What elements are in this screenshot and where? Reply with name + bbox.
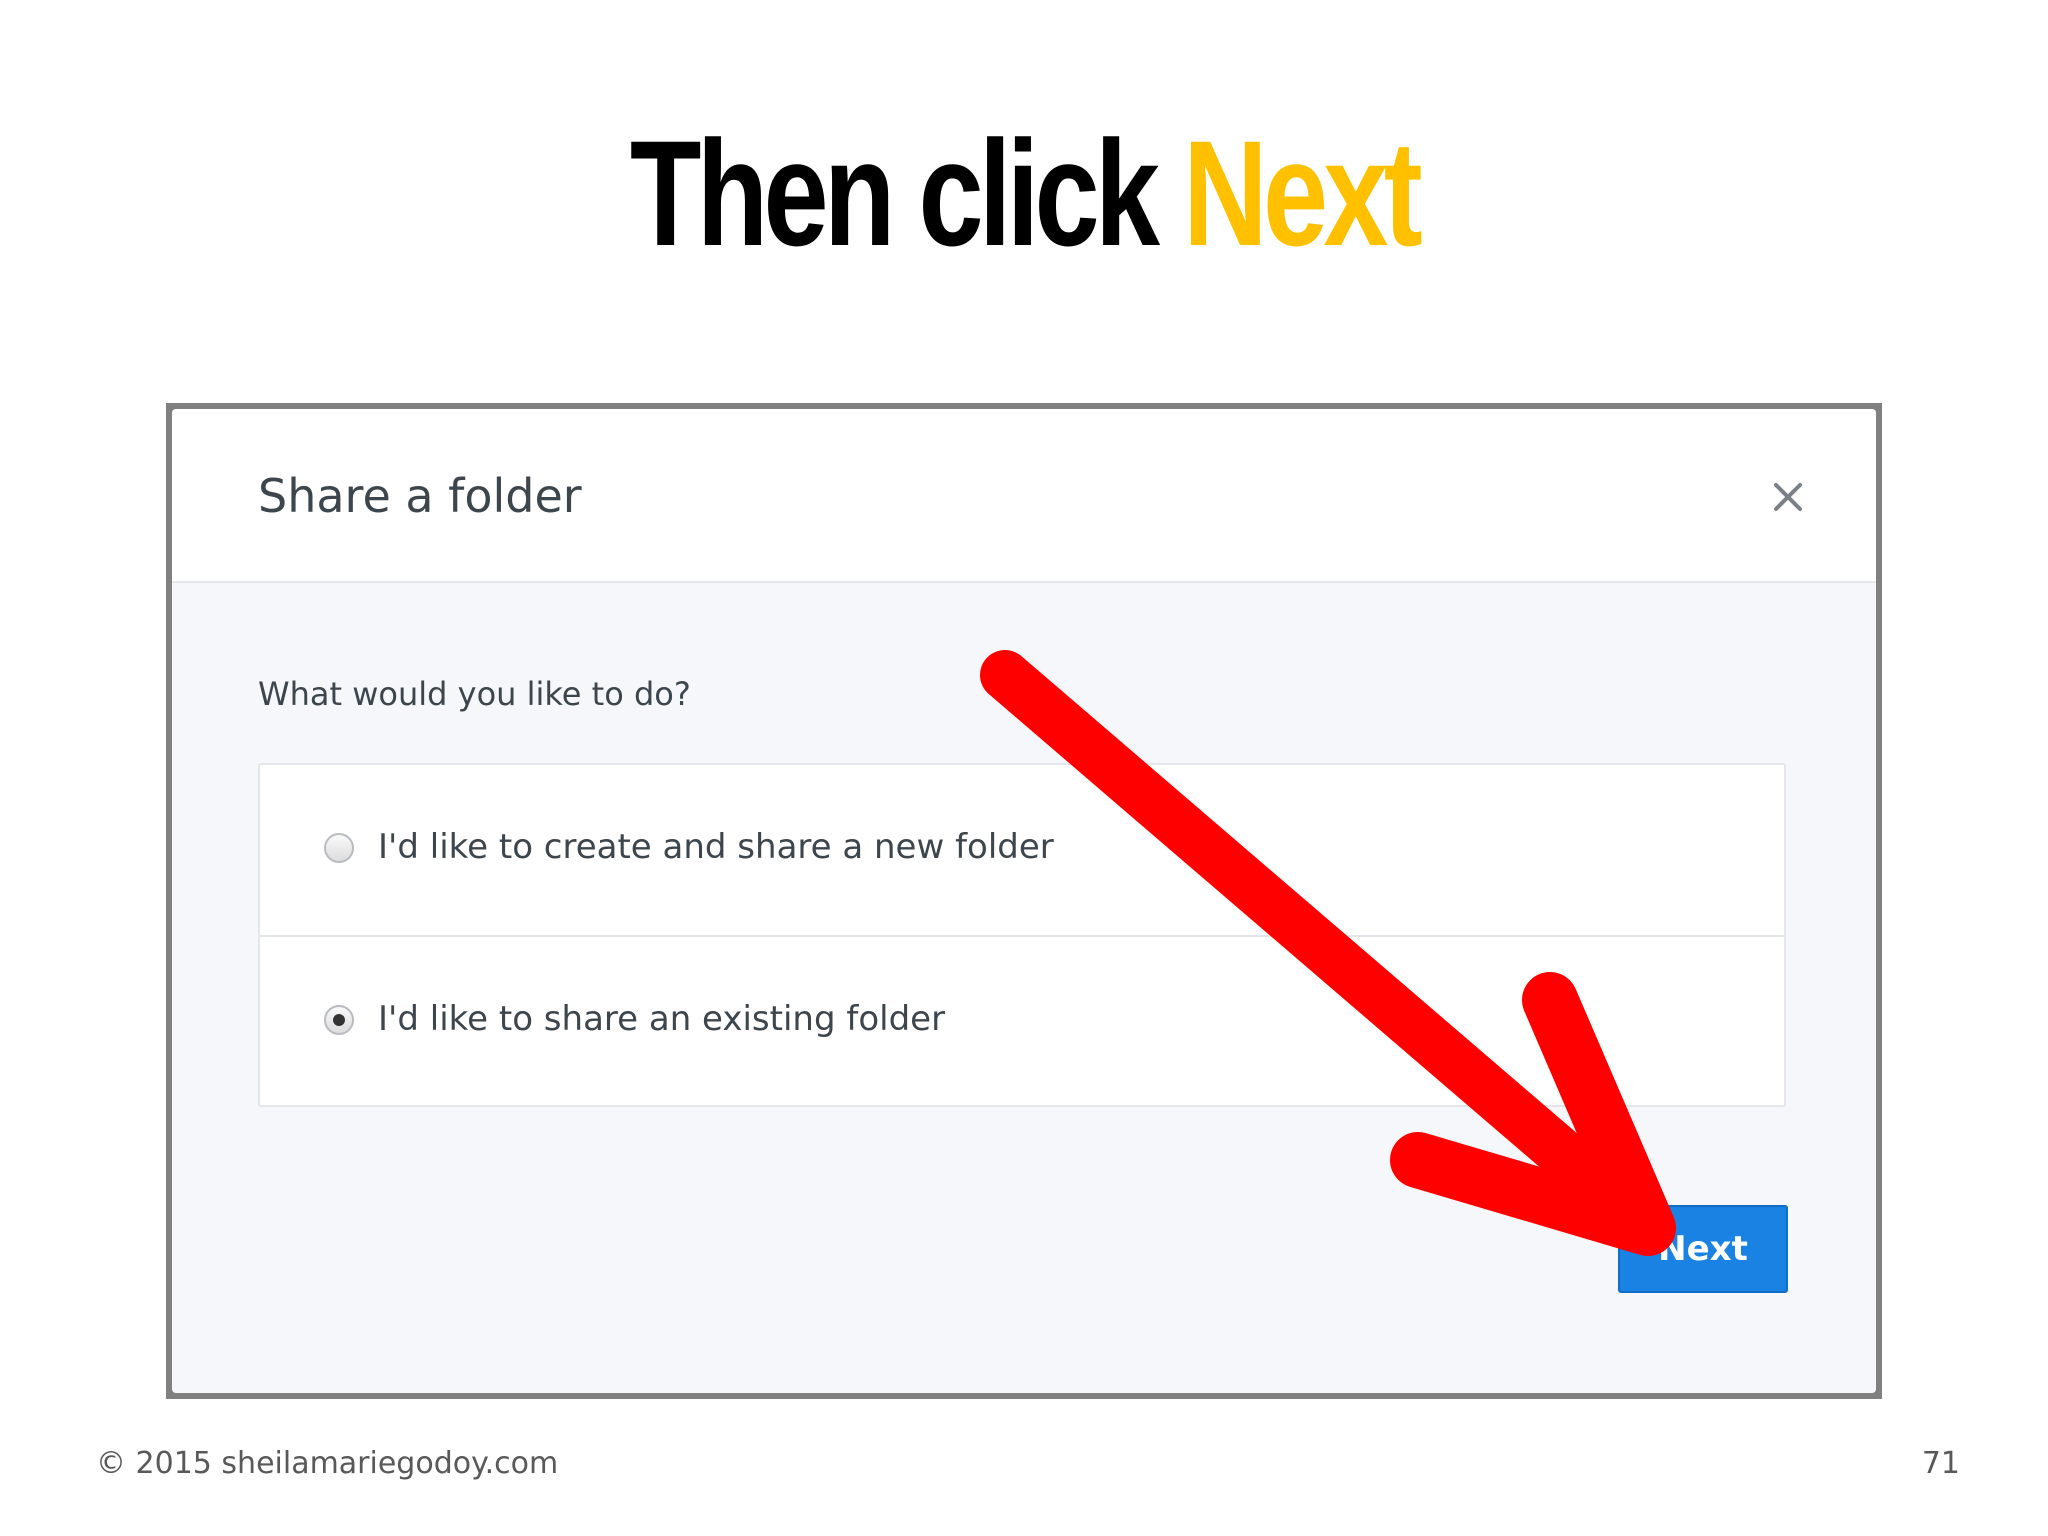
page-number: 71 (1921, 1446, 1960, 1481)
options-list: I'd like to create and share a new folde… (258, 763, 1786, 1107)
close-icon[interactable] (1766, 475, 1810, 519)
slide-title-main: Then click (629, 109, 1160, 277)
slide-title: Then click Next (225, 108, 1822, 278)
next-button[interactable]: Next (1618, 1205, 1788, 1293)
option-share-existing-folder[interactable]: I'd like to share an existing folder (260, 935, 1784, 1105)
footer-copyright: © 2015 sheilamariegodoy.com (96, 1446, 559, 1481)
radio-share-existing-folder[interactable] (324, 1005, 354, 1035)
dialog-title: Share a folder (258, 469, 582, 523)
option-label: I'd like to share an existing folder (378, 999, 946, 1039)
dialog-header: Share a folder (172, 409, 1876, 583)
question-label: What would you like to do? (258, 675, 691, 713)
radio-create-new-folder[interactable] (324, 833, 354, 863)
option-create-new-folder[interactable]: I'd like to create and share a new folde… (260, 765, 1784, 935)
slide: Then click Next Share a folder What woul… (0, 0, 2048, 1536)
screenshot-frame: Share a folder What would you like to do… (166, 403, 1882, 1399)
share-folder-dialog: Share a folder What would you like to do… (172, 409, 1876, 1393)
slide-title-accent: Next (1183, 109, 1423, 277)
option-label: I'd like to create and share a new folde… (378, 827, 1054, 867)
